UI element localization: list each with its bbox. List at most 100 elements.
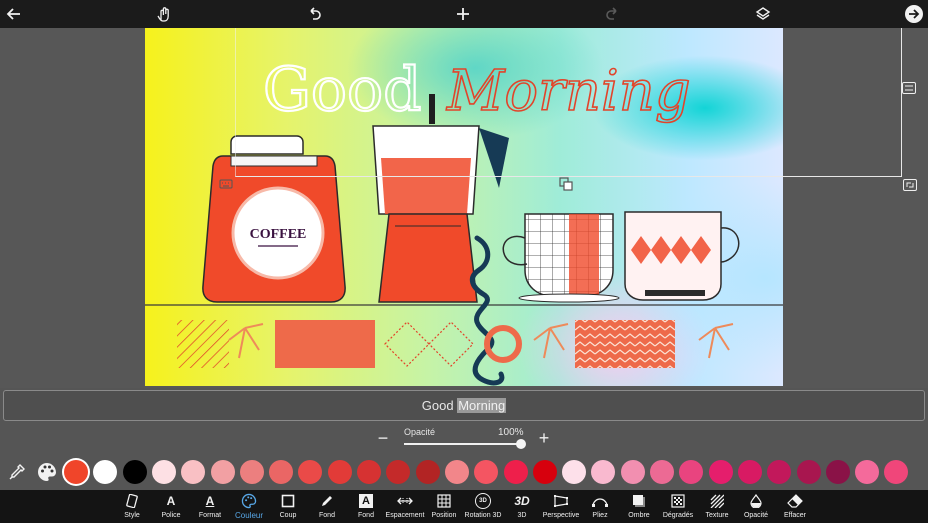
tool-effacer-label: Effacer: [783, 512, 807, 519]
bottom-toolbar: Style A Police A Format Couleur Coup Fon…: [0, 490, 928, 523]
redo-icon[interactable]: [601, 2, 625, 26]
tool-couleur[interactable]: Couleur: [227, 491, 271, 522]
tool-fond-box[interactable]: A Fond: [344, 491, 388, 522]
tool-fond-pen[interactable]: Fond: [305, 491, 349, 522]
tool-rotation-3d-label: Rotation 3D: [464, 512, 502, 519]
opacity-value: 100%: [498, 427, 524, 438]
color-swatch[interactable]: [269, 460, 293, 484]
color-swatch[interactable]: [123, 460, 147, 484]
color-swatch[interactable]: [591, 460, 615, 484]
tool-fond-box-label: Fond: [358, 512, 374, 519]
color-swatch[interactable]: [152, 460, 176, 484]
color-swatch[interactable]: [826, 460, 850, 484]
opacity-slider-track[interactable]: [404, 443, 522, 445]
opacity-decrease-button[interactable]: −: [376, 429, 390, 447]
color-swatch[interactable]: [181, 460, 205, 484]
font-icon: A: [166, 494, 176, 508]
title-morning: Morning: [446, 59, 691, 124]
opacity-control: − Opacité 100% +: [0, 424, 928, 454]
perspective-icon: [553, 491, 569, 511]
opacity-label: Opacité: [404, 427, 436, 437]
design-canvas[interactable]: COFFEE Good Morning: [145, 28, 783, 386]
layers-icon[interactable]: [751, 2, 775, 26]
tool-format-label: Format: [198, 512, 222, 519]
tool-effacer[interactable]: Effacer: [773, 491, 817, 522]
color-swatch[interactable]: [855, 460, 879, 484]
tool-police-label: Police: [161, 512, 181, 519]
canvas-artwork: COFFEE Good Morning: [145, 54, 783, 386]
tool-3d-label: 3D: [517, 512, 527, 519]
color-swatch[interactable]: [621, 460, 645, 484]
duplicate-handle-icon[interactable]: [559, 177, 573, 191]
color-swatch[interactable]: [474, 460, 498, 484]
stroke-icon: [281, 491, 295, 511]
eraser-icon: [787, 491, 803, 511]
grid-icon: [437, 491, 451, 511]
color-swatch[interactable]: [93, 460, 117, 484]
pattern-band: [177, 320, 734, 368]
color-palette: [0, 456, 928, 488]
color-swatch[interactable]: [533, 460, 557, 484]
tool-degrades-label: Dégradés: [662, 512, 694, 519]
top-toolbar: [0, 0, 928, 28]
tool-format[interactable]: A Format: [188, 491, 232, 522]
tool-position[interactable]: Position: [422, 491, 466, 522]
tool-perspective[interactable]: Perspective: [539, 491, 583, 522]
color-swatch[interactable]: [328, 460, 352, 484]
opacity-increase-button[interactable]: +: [537, 429, 551, 447]
color-swatch[interactable]: [679, 460, 703, 484]
text-background-icon: A: [359, 491, 373, 511]
tool-degrades[interactable]: Dégradés: [656, 491, 700, 522]
color-swatch[interactable]: [562, 460, 586, 484]
tool-opacite-label: Opacité: [743, 512, 769, 519]
style-icon: [125, 491, 139, 511]
tool-pliez[interactable]: Pliez: [578, 491, 622, 522]
moka-pot: [372, 94, 509, 303]
tool-ombre[interactable]: Ombre: [617, 491, 661, 522]
resize-handle-icon[interactable]: [903, 179, 917, 191]
tool-coup-label: Coup: [279, 512, 297, 519]
tool-police[interactable]: A Police: [149, 491, 193, 522]
eyedropper-icon[interactable]: [5, 460, 29, 484]
tool-rotation-3d[interactable]: 3D Rotation 3D: [461, 491, 505, 522]
tool-texture[interactable]: Texture: [695, 491, 739, 522]
color-swatch[interactable]: [504, 460, 528, 484]
keyboard-handle-icon[interactable]: [219, 178, 233, 190]
tool-perspective-label: Perspective: [542, 512, 580, 519]
undo-icon[interactable]: [302, 2, 326, 26]
coffee-jar: [202, 135, 346, 303]
text-before-selection: Good: [421, 398, 458, 413]
color-swatch[interactable]: [738, 460, 762, 484]
color-swatch[interactable]: [240, 460, 264, 484]
tool-coup[interactable]: Coup: [266, 491, 310, 522]
color-swatch[interactable]: [650, 460, 674, 484]
gradient-icon: [671, 491, 685, 511]
opacity-slider-knob[interactable]: [516, 439, 526, 449]
pen-icon: [320, 491, 334, 511]
hand-gesture-icon[interactable]: [152, 2, 176, 26]
tool-3d[interactable]: 3D 3D: [500, 491, 544, 522]
tool-espacement-label: Espacement: [385, 512, 425, 519]
forward-arrow-icon[interactable]: [902, 2, 926, 26]
palette-picker-icon[interactable]: [35, 460, 59, 484]
color-swatch[interactable]: [797, 460, 821, 484]
color-swatch[interactable]: [357, 460, 381, 484]
rotation-3d-icon: 3D: [475, 491, 491, 511]
stretch-handle-icon[interactable]: [902, 82, 916, 94]
color-swatch[interactable]: [64, 460, 88, 484]
color-swatch[interactable]: [884, 460, 908, 484]
tool-opacite[interactable]: Opacité: [734, 491, 778, 522]
text-input-field[interactable]: Good Morning: [3, 390, 925, 421]
color-swatch[interactable]: [386, 460, 410, 484]
add-icon[interactable]: [451, 2, 475, 26]
color-swatch[interactable]: [416, 460, 440, 484]
color-swatch[interactable]: [298, 460, 322, 484]
tool-style-label: Style: [124, 512, 140, 519]
color-swatch[interactable]: [445, 460, 469, 484]
tool-espacement[interactable]: Espacement: [383, 491, 427, 522]
color-swatch[interactable]: [709, 460, 733, 484]
color-swatch[interactable]: [211, 460, 235, 484]
color-swatch[interactable]: [767, 460, 791, 484]
tool-style[interactable]: Style: [110, 491, 154, 522]
back-arrow-icon[interactable]: [2, 2, 26, 26]
